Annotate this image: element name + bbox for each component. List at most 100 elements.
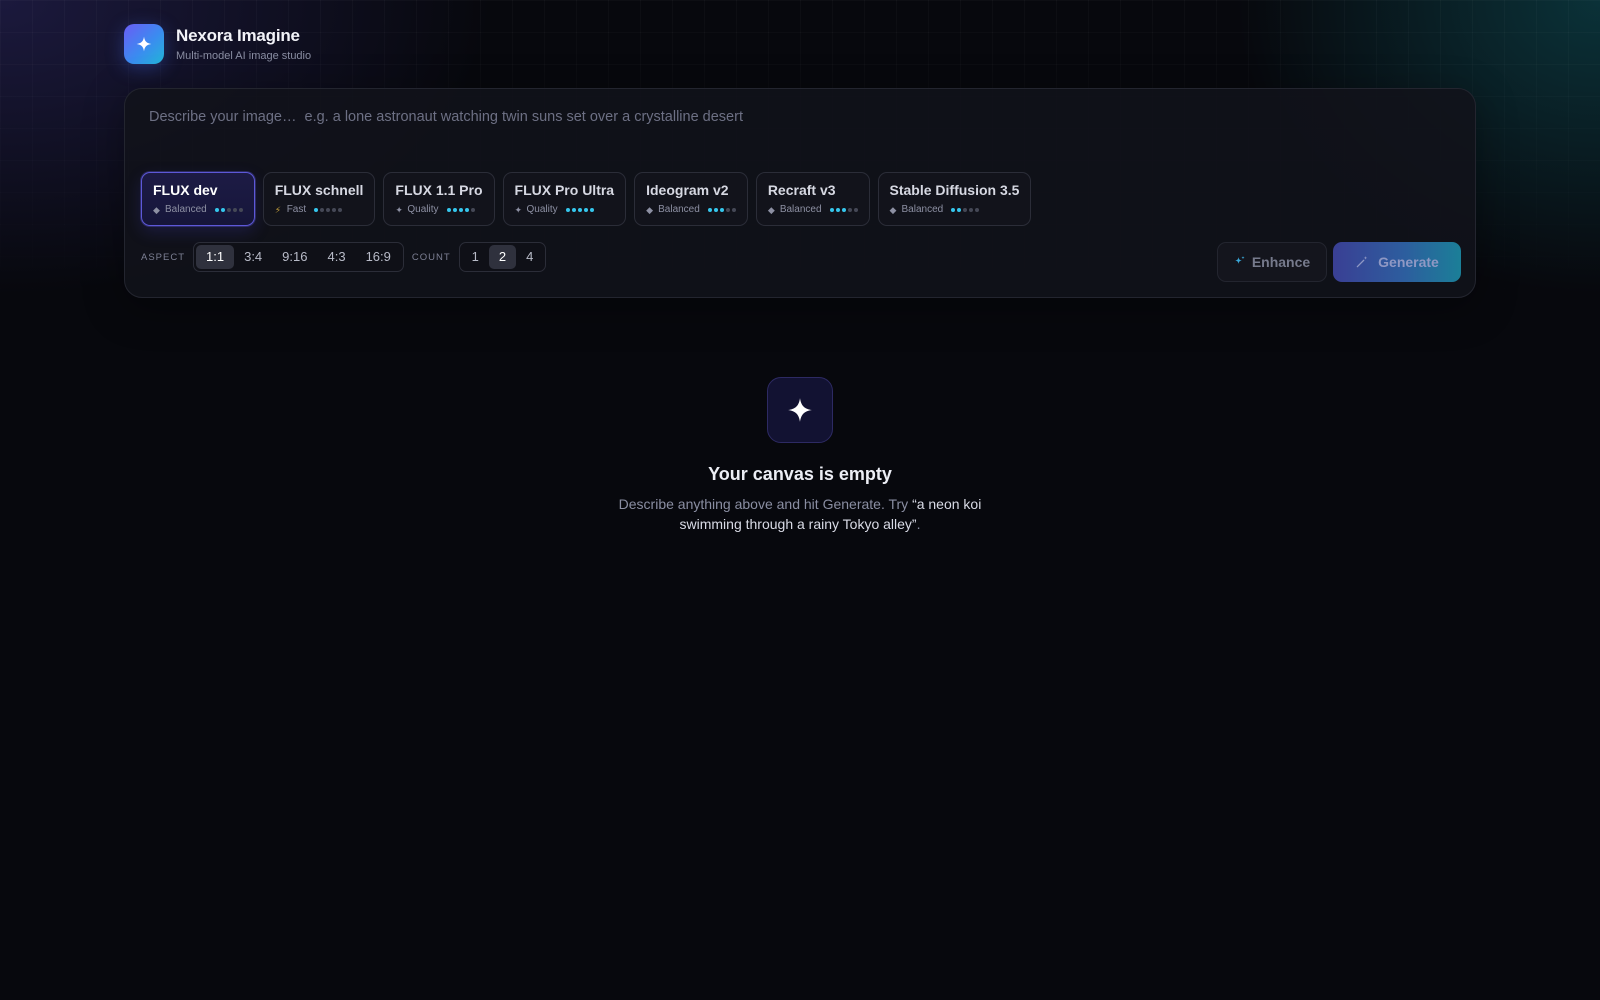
diamond-icon: ◆ <box>767 205 775 215</box>
rating-dot <box>446 208 451 212</box>
sparkle-icon <box>124 24 164 64</box>
rating-dot <box>583 208 588 212</box>
model-meta: ◆ Balanced <box>890 203 1020 217</box>
brand: Nexora Imagine Multi-model AI image stud… <box>124 24 311 64</box>
magic-wand-icon <box>1355 255 1369 269</box>
rating-dot <box>565 208 570 212</box>
model-meta: ✦ Quality <box>515 203 615 217</box>
empty-state-end: . <box>916 516 921 532</box>
model-tier: Balanced <box>658 204 700 215</box>
quality-rating <box>314 208 343 212</box>
diamond-icon: ◆ <box>889 205 897 215</box>
count-label: COUNT <box>411 251 451 263</box>
rating-dot <box>719 208 724 212</box>
generate-button[interactable]: Generate <box>1333 242 1461 282</box>
rating-dot <box>577 208 582 212</box>
rating-dot <box>589 208 594 212</box>
rating-dot <box>338 208 343 212</box>
count-option[interactable]: 4 <box>516 245 543 269</box>
rating-dot <box>452 208 457 212</box>
model-option[interactable]: FLUX dev ◆ Balanced <box>141 172 255 226</box>
model-name: FLUX dev <box>153 182 218 198</box>
quality-rating <box>565 208 594 212</box>
rating-dot <box>829 208 834 212</box>
empty-state-title: Your canvas is empty <box>708 464 892 484</box>
rating-dot <box>963 208 968 212</box>
aspect-option[interactable]: 4:3 <box>317 245 355 269</box>
rating-dot <box>320 208 325 212</box>
app-title: Nexora Imagine <box>176 26 300 45</box>
rating-dot <box>957 208 962 212</box>
quality-rating <box>446 208 475 212</box>
model-tier: Quality <box>526 204 558 215</box>
sparkle-icon <box>767 377 833 443</box>
aspect-option[interactable]: 9:16 <box>272 245 317 269</box>
rating-dot <box>214 208 219 212</box>
brand-text: Nexora Imagine Multi-model AI image stud… <box>176 25 311 63</box>
rating-dot <box>725 208 730 212</box>
model-meta: ◆ Balanced <box>646 203 736 217</box>
model-name: FLUX schnell <box>274 182 364 198</box>
rating-dot <box>458 208 463 212</box>
model-meta: ⚡ Fast <box>275 203 364 217</box>
empty-state-description: Describe anything above and hit Generate… <box>600 494 1000 534</box>
rating-dot <box>951 208 956 212</box>
rating-dot <box>326 208 331 212</box>
rating-dot <box>707 208 712 212</box>
aspect-option[interactable]: 1:1 <box>196 245 235 269</box>
model-tier: Balanced <box>901 204 944 215</box>
rating-dot <box>470 208 475 212</box>
count-option[interactable]: 1 <box>462 245 489 269</box>
model-selector: FLUX dev ◆ Balanced FLUX schnell ⚡ Fast FLUX 1… <box>141 172 1032 226</box>
model-meta: ✦ Quality <box>395 203 482 217</box>
model-name: Recraft v3 <box>767 182 836 198</box>
model-tier: Quality <box>407 204 439 215</box>
aspect-label: ASPECT <box>141 251 186 263</box>
model-name: FLUX Pro Ultra <box>514 182 615 198</box>
rating-dot <box>731 208 736 212</box>
rating-dot <box>571 208 576 212</box>
prompt-input[interactable] <box>149 109 1449 125</box>
sparkles-icon <box>1234 255 1246 270</box>
sparkle-icon: ✦ <box>395 205 403 215</box>
rating-dot <box>713 208 718 212</box>
model-option[interactable]: FLUX 1.1 Pro ✦ Quality <box>383 172 495 226</box>
empty-state-hint: Describe anything above and hit Generate… <box>618 496 913 512</box>
model-name: FLUX 1.1 Pro <box>395 182 483 198</box>
model-option[interactable]: FLUX Pro Ultra ✦ Quality <box>502 172 627 226</box>
generate-label: Generate <box>1378 254 1439 270</box>
enhance-button[interactable]: Enhance <box>1217 242 1327 282</box>
model-option[interactable]: FLUX schnell ⚡ Fast <box>262 172 376 226</box>
rating-dot <box>969 208 974 212</box>
model-option[interactable]: Stable Diffusion 3.5 ◆ Balanced <box>877 172 1032 226</box>
rating-dot <box>232 208 237 212</box>
model-tier: Balanced <box>165 204 207 215</box>
app-subtitle: Multi-model AI image studio <box>176 50 312 62</box>
rating-dot <box>332 208 337 212</box>
diamond-icon: ◆ <box>153 205 160 215</box>
rating-dot <box>975 208 980 212</box>
diamond-icon: ◆ <box>646 205 654 215</box>
generation-options: ASPECT 1:1 3:4 9:16 4:3 16:9 COUNT 124 <box>141 242 547 272</box>
quality-rating <box>951 208 980 212</box>
app-root: Nexora Imagine Multi-model AI image stud… <box>0 0 1600 1000</box>
model-meta: ◆ Balanced <box>768 203 858 217</box>
enhance-label: Enhance <box>1251 254 1311 270</box>
rating-dot <box>226 208 231 212</box>
bolt-icon: ⚡ <box>274 205 282 215</box>
quality-rating <box>214 208 243 212</box>
quality-rating <box>829 208 858 212</box>
rating-dot <box>853 208 858 212</box>
model-option[interactable]: Recraft v3 ◆ Balanced <box>755 172 870 226</box>
model-name: Ideogram v2 <box>646 182 729 198</box>
quality-rating <box>707 208 736 212</box>
count-option[interactable]: 2 <box>488 245 517 269</box>
model-option[interactable]: Ideogram v2 ◆ Balanced <box>634 172 748 226</box>
rating-dot <box>314 208 319 212</box>
aspect-option[interactable]: 3:4 <box>234 245 272 269</box>
aspect-option[interactable]: 16:9 <box>356 245 401 269</box>
aspect-ratio-selector: 1:1 3:4 9:16 4:3 16:9 <box>193 242 404 272</box>
prompt-composer: FLUX dev ◆ Balanced FLUX schnell ⚡ Fast FLUX 1… <box>124 88 1476 298</box>
model-tier: Fast <box>286 204 307 215</box>
model-meta: ◆ Balanced <box>153 203 243 217</box>
